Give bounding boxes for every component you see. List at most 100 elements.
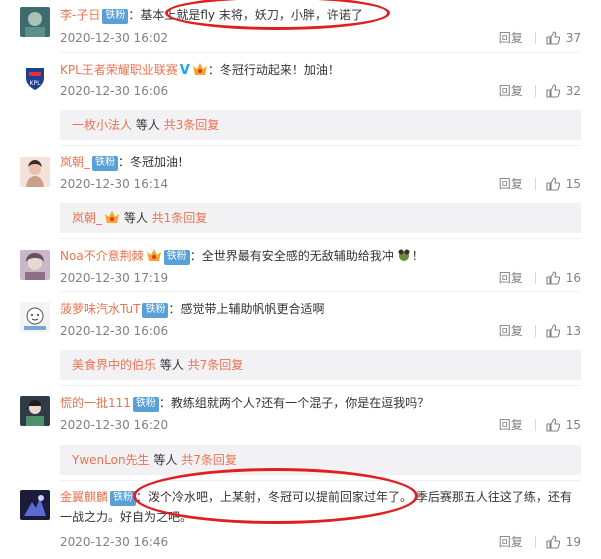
reply-button[interactable]: 回复 — [499, 268, 523, 288]
fan-badge: 铁粉 — [142, 303, 169, 318]
thumbs-up-icon — [546, 418, 560, 432]
like-button[interactable]: 13 — [546, 321, 581, 341]
fan-badge: 铁粉 — [102, 9, 129, 24]
fan-badge: 铁粉 — [92, 156, 119, 171]
like-button[interactable]: 19 — [546, 532, 581, 552]
divider — [534, 32, 536, 44]
divider — [60, 238, 581, 239]
sub-reply-mid: 等人 — [132, 118, 164, 132]
sub-reply-user[interactable]: 一枚小法人 — [72, 118, 132, 132]
svg-text:KPL: KPL — [30, 80, 42, 87]
reply-button[interactable]: 回复 — [499, 532, 523, 552]
sub-reply-mid: 等人 — [149, 453, 182, 467]
comment-actions: 回复 15 — [499, 415, 581, 435]
timestamp: 2020-12-30 16:06 — [60, 84, 169, 98]
comment-text: ：全世界最有安全感的无敌辅助给我冲 — [189, 249, 394, 263]
comment-actions: 回复 19 — [499, 532, 581, 552]
username-link[interactable]: 金翼麒麟 — [60, 490, 108, 504]
timestamp: 2020-12-30 17:19 — [60, 271, 169, 285]
crown-icon — [146, 249, 161, 261]
comment-actions: 回复 37 — [499, 28, 581, 48]
comment-text: ：冬冠加油! — [118, 155, 183, 169]
avatar[interactable] — [20, 302, 50, 332]
reply-button[interactable]: 回复 — [499, 28, 523, 48]
username-link[interactable]: Noa不介意荆棘 — [60, 249, 144, 263]
avatar[interactable] — [20, 250, 50, 280]
timestamp: 2020-12-30 16:14 — [60, 177, 169, 191]
sub-reply-user[interactable]: 美食界中的伯乐 — [72, 358, 156, 372]
timestamp: 2020-12-30 16:02 — [60, 31, 169, 45]
comment-actions: 回复 15 — [499, 174, 581, 194]
thumbs-up-icon — [546, 324, 560, 338]
sub-reply-count[interactable]: 共3条回复 — [164, 118, 220, 132]
comment-text-suffix: ！ — [411, 249, 424, 263]
fan-badge: 铁粉 — [110, 491, 137, 506]
like-button[interactable]: 37 — [546, 28, 581, 48]
like-button[interactable]: 16 — [546, 268, 581, 288]
sub-reply-count[interactable]: 共7条回复 — [188, 358, 244, 372]
timestamp: 2020-12-30 16:20 — [60, 418, 169, 432]
divider — [534, 536, 536, 548]
username-link[interactable]: KPL王者荣耀职业联赛 — [60, 63, 178, 77]
divider — [60, 145, 581, 146]
sub-reply-count[interactable]: 共7条回复 — [181, 453, 237, 467]
comment-text: ：教练组就两个人?还有一个混子，你是在逗我吗？ — [158, 396, 430, 410]
comment-text: 就是fly 末将，妖刀，小胖，许诺了 — [176, 8, 363, 22]
comment-meta: 2020-12-30 17:19 回复 16 — [60, 268, 581, 288]
divider — [60, 480, 581, 481]
like-count: 16 — [565, 271, 581, 285]
avatar[interactable] — [20, 7, 50, 37]
thumbs-up-icon — [546, 31, 560, 45]
comment-actions: 回复 13 — [499, 321, 581, 341]
divider — [534, 272, 536, 284]
emoji-icon — [398, 249, 410, 261]
avatar[interactable]: KPL — [20, 62, 50, 92]
comment-text-prefix: ：基本上 — [128, 8, 177, 22]
fan-badge: 铁粉 — [163, 250, 190, 265]
like-count: 37 — [565, 31, 581, 45]
comment-meta: 2020-12-30 16:06 回复 13 — [60, 321, 581, 341]
divider — [60, 52, 581, 53]
reply-button[interactable]: 回复 — [499, 81, 523, 101]
comment-body: 菠萝味汽水TuT 铁粉 ：感觉带上辅助帆帆更合适啊 — [60, 299, 581, 319]
username-link[interactable]: 菠萝味汽水TuT — [60, 302, 140, 316]
crown-icon — [105, 211, 120, 223]
avatar[interactable] — [20, 157, 50, 187]
divider — [60, 291, 581, 292]
username-link[interactable]: 岚朝_ — [60, 155, 90, 169]
comment-actions: 回复 16 — [499, 268, 581, 288]
crown-icon — [192, 63, 207, 75]
thumbs-up-icon — [546, 177, 560, 191]
like-button[interactable]: 32 — [546, 81, 581, 101]
avatar[interactable] — [20, 396, 50, 426]
sub-reply-summary[interactable]: 美食界中的伯乐 等人 共7条回复 — [60, 350, 581, 380]
timestamp: 2020-12-30 16:06 — [60, 324, 169, 338]
like-button[interactable]: 15 — [546, 415, 581, 435]
sub-reply-summary[interactable]: 一枚小法人 等人 共3条回复 — [60, 110, 581, 140]
comment-meta: 2020-12-30 16:14 回复 15 — [60, 174, 581, 194]
comment-text-line1: ：泼个冷水吧，上某射，冬冠可以提前回家过年了。 季后赛那五人往这了练，还有 — [136, 490, 572, 504]
like-count: 13 — [565, 324, 581, 338]
avatar[interactable] — [20, 490, 50, 520]
username-link[interactable]: 慌的一批111 — [60, 396, 131, 410]
username-link[interactable]: 李-子日 — [60, 8, 100, 22]
comment-body: 岚朝_ 铁粉 ：冬冠加油! — [60, 152, 581, 172]
sub-reply-count[interactable]: 共1条回复 — [152, 211, 208, 225]
sub-reply-user[interactable]: YwenLon先生 — [72, 453, 150, 467]
reply-button[interactable]: 回复 — [499, 415, 523, 435]
comment-text: ：冬冠行动起来！加油！ — [207, 63, 340, 77]
comment-meta: 2020-12-30 16:02 回复 37 — [60, 28, 581, 48]
comment-text: ：感觉带上辅助帆帆更合适啊 — [168, 302, 325, 316]
divider — [534, 85, 536, 97]
like-button[interactable]: 15 — [546, 174, 581, 194]
comment-actions: 回复 32 — [499, 81, 581, 101]
like-count: 15 — [565, 418, 581, 432]
reply-button[interactable]: 回复 — [499, 321, 523, 341]
sub-reply-summary[interactable]: 岚朝_ 等人 共1条回复 — [60, 203, 581, 233]
reply-button[interactable]: 回复 — [499, 174, 523, 194]
sub-reply-user[interactable]: 岚朝_ — [72, 211, 102, 225]
comment-body: 李-子日 铁粉 ：基本上就是fly 末将，妖刀，小胖，许诺了 — [60, 5, 581, 25]
comment-body: 金翼麒麟 铁粉 ：泼个冷水吧，上某射，冬冠可以提前回家过年了。 季后赛那五人往这了练… — [60, 487, 581, 527]
fan-badge: 铁粉 — [132, 397, 159, 412]
sub-reply-summary[interactable]: YwenLon先生 等人 共7条回复 — [60, 445, 581, 475]
